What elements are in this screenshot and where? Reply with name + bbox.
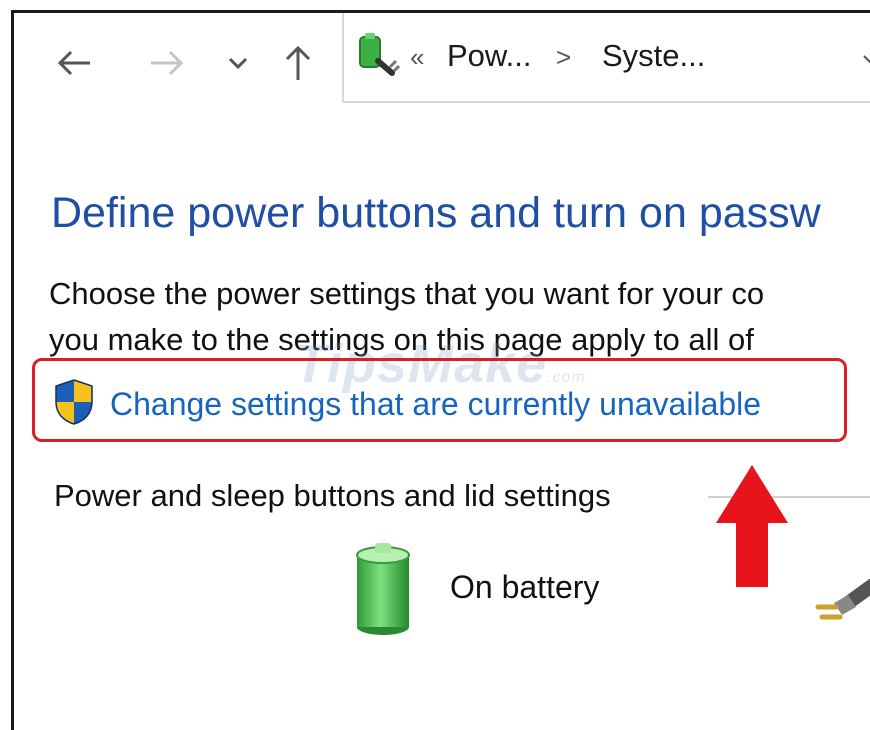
chevron-down-icon xyxy=(228,57,248,70)
recent-locations-button[interactable] xyxy=(218,43,258,83)
breadcrumb-separator[interactable]: > xyxy=(556,42,571,73)
back-button[interactable] xyxy=(54,43,94,83)
forward-button[interactable] xyxy=(147,43,187,83)
arrow-up-icon xyxy=(285,45,311,80)
chevron-down-icon[interactable] xyxy=(862,53,870,65)
on-battery-label: On battery xyxy=(450,569,600,605)
arrow-right-icon xyxy=(151,50,184,76)
explorer-window: « Pow... > Syste... Define power buttons… xyxy=(11,10,870,730)
description-line-1: Choose the power settings that you want … xyxy=(49,276,765,311)
breadcrumb-system-settings[interactable]: Syste... xyxy=(602,38,705,74)
up-button[interactable] xyxy=(278,43,318,83)
power-options-icon xyxy=(359,33,400,76)
arrow-left-icon xyxy=(57,50,90,76)
uac-shield-icon xyxy=(55,379,93,425)
section-header: Power and sleep buttons and lid settings xyxy=(54,478,611,513)
red-arrow-icon xyxy=(716,465,788,587)
address-bar[interactable]: « Pow... > Syste... xyxy=(342,13,870,103)
page-title: Define power buttons and turn on passw xyxy=(51,189,821,237)
change-settings-link[interactable]: Change settings that are currently unava… xyxy=(110,386,761,423)
breadcrumb-power-options[interactable]: Pow... xyxy=(447,38,531,74)
battery-icon xyxy=(356,543,410,635)
breadcrumb-overflow[interactable]: « xyxy=(410,42,424,73)
plug-icon xyxy=(815,578,870,620)
